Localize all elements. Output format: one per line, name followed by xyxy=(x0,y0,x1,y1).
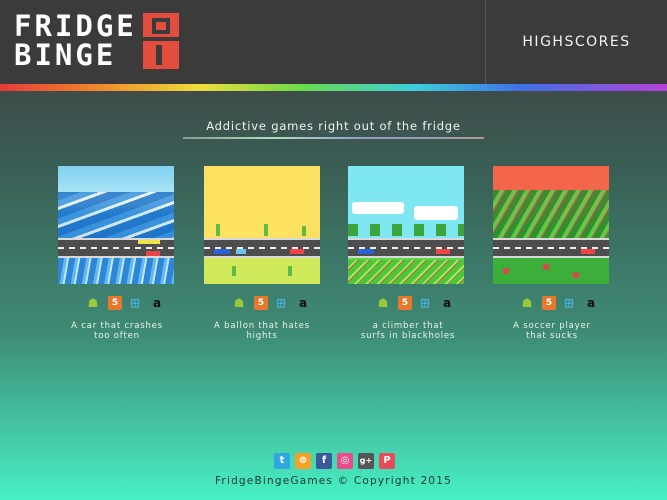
cloud-sprite xyxy=(414,206,458,220)
tagline: Addictive games right out of the fridge xyxy=(206,119,461,133)
car-sprite xyxy=(358,249,374,254)
road xyxy=(204,238,320,258)
road xyxy=(493,238,609,258)
html5-icon[interactable]: 5 xyxy=(542,296,556,310)
google-plus-icon[interactable]: g+ xyxy=(358,453,374,469)
apple-icon[interactable] xyxy=(356,296,370,310)
game-card xyxy=(493,166,611,284)
fridge-icon xyxy=(143,13,179,69)
game-card xyxy=(348,166,466,284)
dribbble-icon[interactable]: ◎ xyxy=(337,453,353,469)
car-sprite xyxy=(146,251,160,256)
cactus-sprite xyxy=(264,224,268,236)
pinterest-icon[interactable]: P xyxy=(379,453,395,469)
cactus-sprite xyxy=(216,224,220,236)
game-thumbnail-soccer[interactable] xyxy=(493,166,609,284)
platform-icons: ☗ 5 ⊞ a xyxy=(66,296,166,312)
rainbow-bar xyxy=(0,84,667,91)
water xyxy=(58,258,174,284)
car-sprite xyxy=(290,249,304,254)
logo-line-2: BINGE xyxy=(14,38,117,72)
game-description: A car that crashes too often xyxy=(71,321,163,341)
grass-pattern xyxy=(348,260,464,284)
game-thumbnail-climber[interactable] xyxy=(348,166,464,284)
android-icon[interactable]: ☗ xyxy=(86,296,100,310)
bus-sprite xyxy=(138,240,160,244)
android-icon[interactable]: ☗ xyxy=(376,296,390,310)
windows-icon[interactable]: ⊞ xyxy=(418,296,432,310)
apple-icon[interactable] xyxy=(500,296,514,310)
windows-icon[interactable]: ⊞ xyxy=(274,296,288,310)
trees xyxy=(348,224,464,236)
html5-icon[interactable]: 5 xyxy=(254,296,268,310)
car-sprite xyxy=(581,249,595,254)
android-icon[interactable]: ☗ xyxy=(232,296,246,310)
game-description: A soccer player that sucks xyxy=(513,321,591,341)
platform-icons: ☗ 5 ⊞ a xyxy=(356,296,456,312)
apple-icon[interactable] xyxy=(66,296,80,310)
html5-icon[interactable]: 5 xyxy=(398,296,412,310)
game-card xyxy=(204,166,322,284)
game-thumbnail-car[interactable] xyxy=(58,166,174,284)
bushes xyxy=(493,190,609,238)
cactus-sprite xyxy=(232,266,236,276)
amazon-icon[interactable]: a xyxy=(440,296,454,310)
game-thumbnail-balloon[interactable] xyxy=(204,166,320,284)
cloud-sprite xyxy=(352,202,404,214)
game-description: a climber that surfs in blackholes xyxy=(360,321,456,341)
snowy-mountains xyxy=(58,192,174,238)
amazon-icon[interactable]: a xyxy=(584,296,598,310)
car-sprite xyxy=(236,249,246,254)
fridgebinge-logo[interactable]: FRIDGE BINGE xyxy=(14,9,179,72)
cactus-sprite xyxy=(302,226,306,236)
header: FRIDGE BINGE HIGHSCORES xyxy=(0,0,667,84)
grass-field xyxy=(493,260,609,284)
car-sprite xyxy=(214,249,230,254)
logo-line-1: FRIDGE xyxy=(14,9,137,43)
twitter-icon[interactable]: t xyxy=(274,453,290,469)
facebook-icon[interactable]: f xyxy=(316,453,332,469)
html5-icon[interactable]: 5 xyxy=(108,296,122,310)
platform-icons: ☗ 5 ⊞ a xyxy=(212,296,312,312)
car-sprite xyxy=(436,249,450,254)
highscores-link[interactable]: HIGHSCORES xyxy=(486,0,667,84)
amazon-icon[interactable]: a xyxy=(296,296,310,310)
rss-icon[interactable]: ⊚ xyxy=(295,453,311,469)
windows-icon[interactable]: ⊞ xyxy=(128,296,142,310)
road xyxy=(348,238,464,258)
android-icon[interactable]: ☗ xyxy=(520,296,534,310)
cactus-sprite xyxy=(288,266,292,276)
footer-copyright: FridgeBingeGames © Copyright 2015 xyxy=(214,475,453,487)
amazon-icon[interactable]: a xyxy=(150,296,164,310)
platform-icons: ☗ 5 ⊞ a xyxy=(500,296,600,312)
game-description: A ballon that hates hights xyxy=(214,321,310,341)
tagline-underline xyxy=(183,137,484,139)
game-card xyxy=(58,166,176,284)
apple-icon[interactable] xyxy=(212,296,226,310)
windows-icon[interactable]: ⊞ xyxy=(562,296,576,310)
